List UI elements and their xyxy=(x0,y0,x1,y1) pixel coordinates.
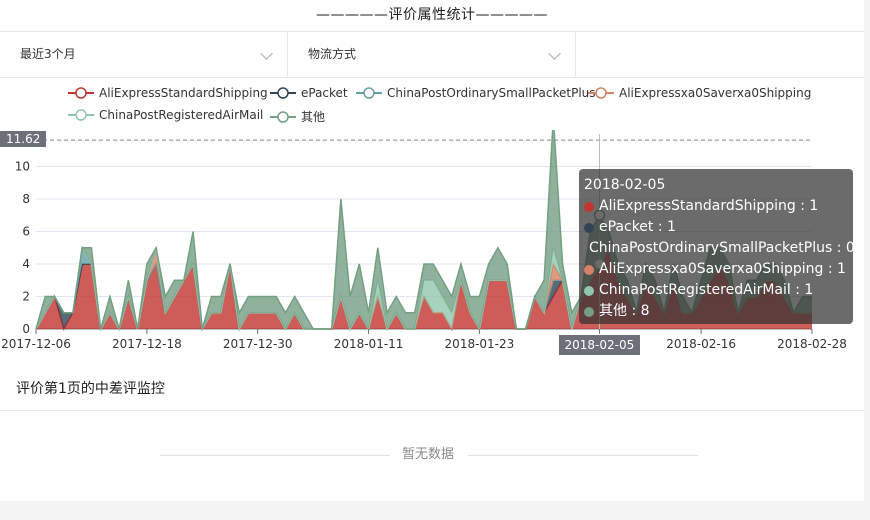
shipping-method-select[interactable]: 物流方式 xyxy=(288,32,576,77)
tooltip-date: 2018-02-05 xyxy=(584,177,666,193)
legend-marker-icon xyxy=(68,109,94,121)
tooltip-value: 其他 : 8 xyxy=(599,303,650,319)
tooltip-value: AliExpressxa0Saverxa0Shipping : 1 xyxy=(599,261,846,277)
x-axis-pointer-label: 2018-02-05 xyxy=(558,335,641,355)
page-title: —————评价属性统计————— xyxy=(316,7,548,23)
divider xyxy=(160,455,390,456)
legend-item[interactable]: ChinaPostRegisteredAirMail xyxy=(68,108,263,122)
legend-item[interactable]: 其他 xyxy=(270,108,325,125)
empty-state: 暂无数据 xyxy=(160,445,703,465)
tooltip-row: 其他 : 8 xyxy=(584,301,848,322)
x-tick-label: 2017-12-18 xyxy=(112,337,182,351)
tooltip-row: AliExpressStandardShipping : 1 xyxy=(584,196,848,217)
legend-label: ChinaPostOrdinarySmallPacketPlus xyxy=(387,86,596,100)
x-tick-label: 2018-01-23 xyxy=(445,337,515,351)
legend-label: AliExpressStandardShipping xyxy=(99,86,268,100)
tooltip-row: ChinaPostRegisteredAirMail : 1 xyxy=(584,280,848,301)
y-tick-label: 8 xyxy=(22,192,30,206)
legend-label: ChinaPostRegisteredAirMail xyxy=(99,108,264,122)
chevron-down-icon xyxy=(548,47,561,60)
y-tick-label: 6 xyxy=(22,225,30,239)
legend-item[interactable]: ePacket xyxy=(270,86,348,100)
y-tick-label: 2 xyxy=(22,290,30,304)
legend-marker-icon xyxy=(588,87,614,99)
y-tick-label: 0 xyxy=(22,322,30,336)
divider xyxy=(468,455,698,456)
legend-item[interactable]: ChinaPostOrdinarySmallPacketPlus xyxy=(356,86,596,100)
y-tick-label: 10 xyxy=(15,160,30,174)
legend-item[interactable]: AliExpressStandardShipping xyxy=(68,86,268,100)
x-tick-label: 2017-12-30 xyxy=(223,337,293,351)
series-dot-icon xyxy=(584,264,594,275)
series-dot-icon xyxy=(584,201,594,212)
chevron-down-icon xyxy=(260,47,273,60)
y-axis-pointer-label: 11.62 xyxy=(0,131,47,148)
time-range-select[interactable]: 最近3个月 xyxy=(0,32,288,77)
time-range-label: 最近3个月 xyxy=(20,47,76,61)
tooltip-value: ChinaPostRegisteredAirMail : 1 xyxy=(599,282,814,298)
empty-text: 暂无数据 xyxy=(402,447,455,462)
series-dot-icon xyxy=(584,222,594,233)
negative-review-monitor: 评价第1页的中差评监控 暂无数据 xyxy=(0,367,864,501)
x-tick-label: 2017-12-06 xyxy=(1,337,71,351)
legend-label: ePacket xyxy=(301,86,348,100)
tooltip-value: ChinaPostOrdinarySmallPacketPlus : 0 xyxy=(589,240,855,256)
tooltip-row: ePacket : 1 xyxy=(584,217,848,238)
x-tick-label: 2018-02-16 xyxy=(666,337,736,351)
third-filter-select[interactable] xyxy=(576,32,864,77)
tooltip-row: AliExpressxa0Saverxa0Shipping : 1 xyxy=(584,259,848,280)
filter-bar: 最近3个月 物流方式 xyxy=(0,31,864,78)
monitor-title: 评价第1页的中差评监控 xyxy=(16,381,165,397)
y-tick-label: 4 xyxy=(22,257,30,271)
tooltip-row: ChinaPostOrdinarySmallPacketPlus : 0 xyxy=(584,238,855,259)
legend-marker-icon xyxy=(270,110,296,123)
tooltip-value: ePacket : 1 xyxy=(599,219,676,235)
statistics-panel: —————评价属性统计————— 最近3个月 物流方式 AliExpressSt… xyxy=(0,0,864,367)
legend-marker-icon xyxy=(270,87,296,99)
legend-marker-icon xyxy=(68,87,94,99)
x-tick-label: 2018-01-11 xyxy=(334,337,404,351)
legend-item[interactable]: AliExpressxa0Saverxa0Shipping xyxy=(588,86,811,100)
legend-marker-icon xyxy=(356,87,382,99)
series-dot-icon xyxy=(584,306,594,317)
legend-label: AliExpressxa0Saverxa0Shipping xyxy=(619,86,812,100)
chart-tooltip: 2018-02-05 AliExpressStandardShipping : … xyxy=(579,169,855,324)
legend-label: 其他 xyxy=(301,110,326,124)
shipping-method-label: 物流方式 xyxy=(308,47,357,61)
chart-legend: AliExpressStandardShipping ePacket ChinaPo… xyxy=(0,86,864,134)
divider xyxy=(0,410,864,411)
x-tick-label: 2018-02-28 xyxy=(777,337,847,351)
tooltip-value: AliExpressStandardShipping : 1 xyxy=(599,198,819,214)
series-dot-icon xyxy=(584,285,594,296)
